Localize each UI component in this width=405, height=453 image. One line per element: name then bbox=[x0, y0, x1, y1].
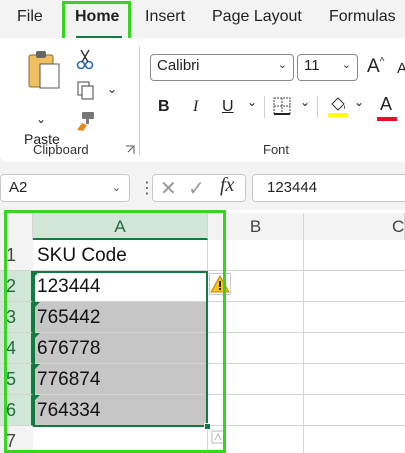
row-header-6[interactable]: 6 bbox=[0, 395, 33, 426]
tab-formulas[interactable]: Formulas bbox=[329, 8, 396, 26]
clipboard-group-label: Clipboard bbox=[33, 142, 89, 157]
ribbon-tabs: File Home Insert Page Layout Formulas bbox=[0, 0, 405, 39]
font-size-combo[interactable]: 11 ⌄ bbox=[297, 54, 358, 81]
error-indicator-icon bbox=[33, 364, 40, 371]
paste-icon[interactable] bbox=[27, 50, 61, 90]
cell-b3[interactable] bbox=[208, 302, 304, 333]
cell-c3[interactable] bbox=[304, 302, 405, 333]
row-header-2[interactable]: 2 bbox=[0, 271, 33, 302]
grow-font-button[interactable]: A^ bbox=[367, 56, 384, 78]
grow-font-label: A bbox=[367, 56, 380, 77]
cell-c4[interactable] bbox=[304, 333, 405, 364]
name-box-chevron-icon[interactable]: ⌄ bbox=[112, 181, 121, 194]
fill-color-icon[interactable] bbox=[327, 94, 349, 118]
column-header-c[interactable]: C bbox=[304, 213, 405, 240]
font-name-chevron-icon[interactable]: ⌄ bbox=[278, 58, 287, 71]
borders-chevron-icon[interactable]: ⌄ bbox=[300, 95, 310, 109]
underline-button[interactable]: U bbox=[222, 98, 234, 116]
row-header-7[interactable]: 7 bbox=[0, 426, 33, 453]
format-separator-2 bbox=[317, 96, 318, 118]
cell-c1[interactable] bbox=[304, 240, 405, 271]
cell-a4-value: 676778 bbox=[37, 338, 101, 359]
column-header-a[interactable]: A bbox=[33, 213, 208, 240]
error-warning-button[interactable] bbox=[209, 273, 231, 295]
cell-b5[interactable] bbox=[208, 364, 304, 395]
cell-c7[interactable] bbox=[304, 426, 405, 453]
cut-icon[interactable] bbox=[76, 48, 94, 70]
copy-dropdown-chevron-icon[interactable]: ⌄ bbox=[107, 82, 117, 96]
select-all-corner[interactable] bbox=[0, 213, 33, 240]
cancel-icon[interactable]: ✕ bbox=[160, 176, 177, 201]
cell-c2[interactable] bbox=[304, 271, 405, 302]
cell-a2[interactable]: 123444 bbox=[33, 271, 208, 302]
cell-c6[interactable] bbox=[304, 395, 405, 426]
warning-icon bbox=[210, 274, 230, 293]
fill-color-chevron-icon[interactable]: ⌄ bbox=[354, 95, 364, 109]
font-name-value: Calibri bbox=[157, 57, 200, 74]
font-name-combo[interactable]: Calibri ⌄ bbox=[150, 54, 294, 81]
tab-page-layout[interactable]: Page Layout bbox=[212, 8, 302, 26]
cell-a5[interactable]: 776874 bbox=[33, 364, 208, 395]
cell-a1[interactable]: SKU Code bbox=[33, 240, 208, 271]
name-box-value: A2 bbox=[9, 179, 28, 196]
insert-function-icon[interactable]: fx bbox=[220, 174, 234, 197]
fill-handle[interactable] bbox=[204, 423, 211, 430]
dialog-launcher-icon[interactable] bbox=[125, 145, 135, 155]
enter-icon[interactable]: ✓ bbox=[188, 176, 205, 201]
borders-icon[interactable] bbox=[272, 96, 292, 116]
row-header-4[interactable]: 4 bbox=[0, 333, 33, 364]
error-indicator-icon bbox=[33, 395, 40, 402]
tab-file[interactable]: File bbox=[17, 8, 43, 26]
cell-a3[interactable]: 765442 bbox=[33, 302, 208, 333]
bold-button[interactable]: B bbox=[158, 98, 170, 116]
tab-insert[interactable]: Insert bbox=[145, 8, 185, 26]
italic-button[interactable]: I bbox=[193, 98, 198, 116]
error-indicator-icon bbox=[33, 333, 40, 340]
cell-a4[interactable]: 676778 bbox=[33, 333, 208, 364]
cell-a6[interactable]: 764334 bbox=[33, 395, 208, 426]
font-color-swatch bbox=[377, 117, 397, 121]
quick-analysis-icon[interactable] bbox=[211, 430, 225, 444]
row-header-1[interactable]: 1 bbox=[0, 240, 33, 271]
cell-a7[interactable] bbox=[33, 426, 208, 453]
cell-a5-value: 776874 bbox=[37, 369, 101, 390]
error-indicator-icon bbox=[33, 302, 40, 309]
format-separator bbox=[264, 96, 265, 118]
ribbon-home: Paste ⌄ ⌄ Clipboard Calibri ⌄ 11 ⌄ A^ A … bbox=[0, 38, 405, 162]
font-size-chevron-icon[interactable]: ⌄ bbox=[342, 58, 351, 71]
group-separator bbox=[139, 46, 140, 156]
column-header-b[interactable]: B bbox=[208, 213, 304, 240]
copy-icon[interactable] bbox=[76, 80, 96, 100]
font-color-button[interactable]: A bbox=[380, 94, 392, 115]
shrink-font-label: A bbox=[397, 60, 405, 77]
formula-input[interactable]: 123444 bbox=[252, 174, 405, 202]
shrink-font-button[interactable]: A bbox=[397, 60, 405, 77]
cell-a2-value: 123444 bbox=[37, 276, 101, 297]
format-painter-icon[interactable] bbox=[74, 110, 96, 132]
name-box[interactable]: A2 ⌄ bbox=[0, 174, 130, 202]
font-group-label: Font bbox=[263, 142, 290, 157]
paste-dropdown-chevron-icon[interactable]: ⌄ bbox=[36, 112, 46, 126]
font-size-value: 11 bbox=[304, 57, 320, 74]
error-indicator-icon bbox=[33, 271, 40, 278]
cell-c5[interactable] bbox=[304, 364, 405, 395]
row-header-3[interactable]: 3 bbox=[0, 302, 33, 333]
home-tab-highlight bbox=[62, 1, 131, 43]
grow-arrow-icon: ^ bbox=[379, 56, 385, 68]
cell-b6[interactable] bbox=[208, 395, 304, 426]
underline-chevron-icon[interactable]: ⌄ bbox=[247, 95, 257, 109]
cell-a3-value: 765442 bbox=[37, 307, 101, 328]
cell-b1[interactable] bbox=[208, 240, 304, 271]
cell-a6-value: 764334 bbox=[37, 400, 101, 421]
cell-b4[interactable] bbox=[208, 333, 304, 364]
row-header-5[interactable]: 5 bbox=[0, 364, 33, 395]
